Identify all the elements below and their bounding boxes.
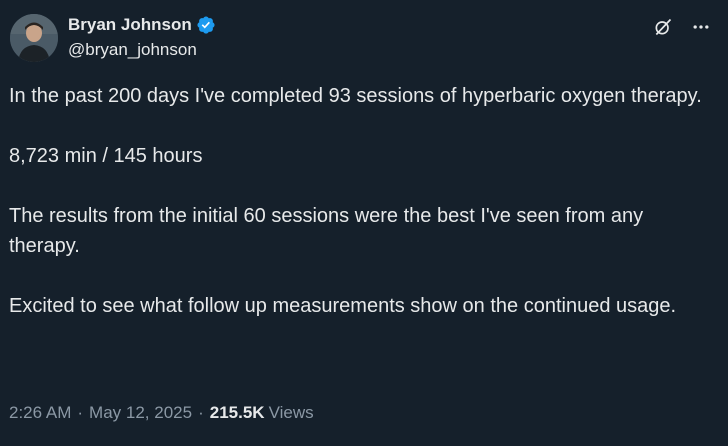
meta-separator: ·	[198, 403, 204, 422]
meta-separator: ·	[77, 403, 84, 422]
tweet-paragraph: The results from the initial 60 sessions…	[9, 205, 644, 257]
tweet-paragraph: In the past 200 days I've completed 93 s…	[9, 85, 702, 107]
tweet-paragraph: 8,723 min / 145 hours	[9, 145, 203, 167]
author-handle[interactable]: @bryan_johnson	[68, 40, 197, 60]
avatar[interactable]	[10, 14, 58, 62]
tweet-time[interactable]: 2:26 AM	[9, 403, 71, 423]
author-name-row: Bryan Johnson	[68, 14, 216, 36]
author-display-name[interactable]: Bryan Johnson	[68, 15, 192, 35]
tweet: Bryan Johnson @bryan_johnson In the past…	[0, 0, 728, 446]
views-count: 215.5K	[209, 403, 265, 422]
tweet-paragraph: Excited to see what follow up measuremen…	[9, 295, 677, 317]
views-label: Views	[268, 403, 314, 422]
more-icon[interactable]	[686, 12, 716, 42]
grok-icon[interactable]	[648, 12, 678, 42]
verified-badge-icon[interactable]	[196, 15, 216, 35]
tweet-text: In the past 200 days I've completed 93 s…	[9, 81, 714, 321]
tweet-actions	[648, 12, 716, 42]
tweet-meta: 2:26 AM · May 12, 2025 · 215.5K Views	[9, 403, 314, 423]
tweet-date[interactable]: May 12, 2025	[89, 403, 192, 423]
